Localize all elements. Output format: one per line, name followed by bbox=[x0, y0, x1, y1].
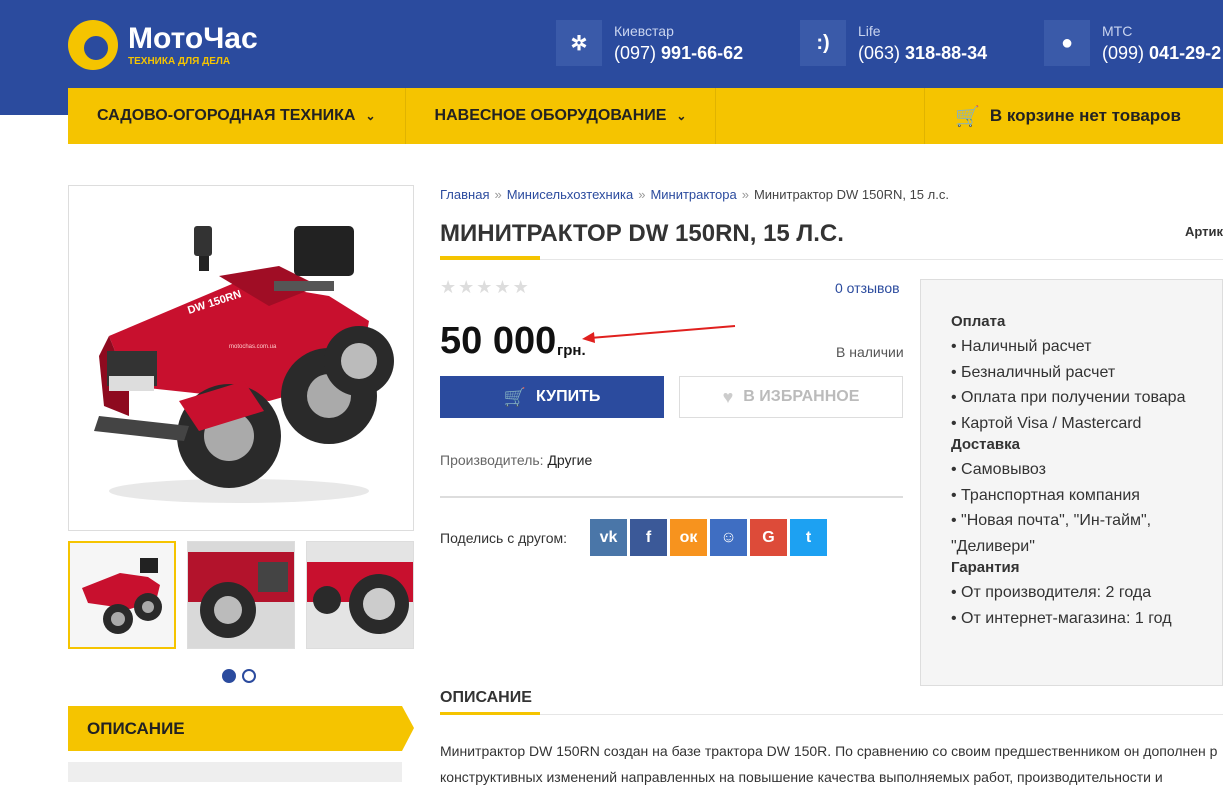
nav-attachments[interactable]: Навесное оборудование ⌄ bbox=[406, 88, 717, 144]
description-heading: Описание bbox=[440, 689, 532, 706]
title-underline bbox=[440, 256, 540, 260]
google-share-icon[interactable]: G bbox=[750, 519, 787, 556]
phone-operator: Life bbox=[858, 22, 881, 39]
thumbnail-1[interactable] bbox=[68, 541, 176, 649]
phone-mts[interactable]: ● МТС (099) 041-29-2 bbox=[1044, 20, 1221, 66]
moimir-share-icon[interactable]: ☺ bbox=[710, 519, 747, 556]
slider-dots bbox=[222, 669, 256, 683]
thumbnail-2[interactable] bbox=[187, 541, 295, 649]
phone-number: (099) 041-29-2 bbox=[1102, 42, 1222, 63]
phone-life[interactable]: :) Life (063) 318-88-34 bbox=[800, 20, 987, 66]
stock-status: В наличии bbox=[836, 344, 904, 360]
brand-slogan: Техника для дела bbox=[128, 55, 231, 67]
clock-gear-icon bbox=[68, 20, 118, 70]
phone-operator: Киевстар bbox=[614, 22, 674, 39]
phone-kyivstar[interactable]: ✲ Киевстар (097) 991-66-62 bbox=[556, 20, 743, 66]
warranty-title: Гарантия bbox=[951, 559, 1020, 576]
breadcrumb-subcategory[interactable]: Минитрактора bbox=[650, 187, 736, 202]
buy-button[interactable]: 🛒 Купить bbox=[440, 376, 664, 418]
star-icon: ★ bbox=[458, 277, 477, 297]
twitter-share-icon[interactable]: t bbox=[790, 519, 827, 556]
facebook-share-icon[interactable]: f bbox=[630, 519, 667, 556]
product-price: 50 000 bbox=[440, 320, 557, 362]
page-title: Минитрактор DW 150RN, 15 л.с. bbox=[440, 220, 844, 247]
cart-icon: 🛒 bbox=[503, 386, 527, 407]
star-icon: ★ bbox=[512, 277, 531, 297]
breadcrumb-current: Минитрактор DW 150RN, 15 л.с. bbox=[753, 187, 949, 202]
delivery-title: Доставка bbox=[951, 436, 1020, 453]
reviews-link[interactable]: 0 отзывов bbox=[835, 280, 900, 296]
nav-garden-equipment[interactable]: Садово-огородная техника ⌄ bbox=[68, 88, 406, 144]
kyivstar-icon: ✲ bbox=[556, 20, 602, 66]
share-label: Поделись с другом: bbox=[440, 530, 567, 546]
sku-label: Артику bbox=[1185, 224, 1223, 239]
product-main-image[interactable]: DW 150RN motochas.com.ua bbox=[68, 185, 414, 531]
phone-operator: МТС bbox=[1102, 22, 1133, 39]
heart-icon: ♥ bbox=[722, 386, 734, 407]
breadcrumb-home[interactable]: Главная bbox=[440, 187, 489, 202]
share-buttons: vk f ок ☺ G t bbox=[590, 519, 827, 556]
thumbnail-3[interactable] bbox=[306, 541, 414, 649]
life-icon: :) bbox=[800, 20, 846, 66]
breadcrumb: Главная» Минисельхозтехника» Минитрактора»… bbox=[440, 187, 949, 202]
manufacturer-value: Другие bbox=[547, 452, 593, 468]
annotation-arrow bbox=[582, 325, 736, 343]
slider-dot-2[interactable] bbox=[242, 669, 256, 683]
description-text: Минитрактор DW 150RN создан на базе трак… bbox=[440, 743, 1218, 785]
rating-stars[interactable]: ★★★★★ bbox=[440, 277, 531, 298]
vk-share-icon[interactable]: vk bbox=[590, 519, 627, 556]
brand-name: МотоЧас bbox=[128, 21, 258, 55]
phone-number: (097) 991-66-62 bbox=[614, 42, 744, 63]
star-icon: ★ bbox=[494, 277, 513, 297]
chevron-down-icon: ⌄ bbox=[365, 109, 376, 123]
star-icon: ★ bbox=[476, 277, 495, 297]
star-icon: ★ bbox=[440, 277, 459, 297]
breadcrumb-category[interactable]: Минисельхозтехника bbox=[507, 187, 633, 202]
side-panel bbox=[68, 762, 402, 782]
tab-description[interactable]: Описание bbox=[68, 706, 402, 751]
mts-icon: ● bbox=[1044, 20, 1090, 66]
manufacturer: Производитель: Другие bbox=[440, 452, 593, 468]
chevron-down-icon: ⌄ bbox=[676, 109, 687, 123]
odnoklassniki-share-icon[interactable]: ок bbox=[670, 519, 707, 556]
slider-dot-1[interactable] bbox=[222, 669, 236, 683]
cart-icon: 🛒 bbox=[954, 105, 980, 128]
logo[interactable]: МотоЧас Техника для дела bbox=[68, 20, 258, 70]
cart-button[interactable]: 🛒 В корзине нет товаров bbox=[925, 88, 1223, 144]
svg-text:motochas.com.ua: motochas.com.ua bbox=[229, 344, 277, 350]
payment-title: Оплата bbox=[951, 313, 1006, 330]
phone-number: (063) 318-88-34 bbox=[858, 42, 988, 63]
tab-arrow bbox=[402, 706, 414, 751]
add-to-favorites-button[interactable]: ♥ В избранное bbox=[679, 376, 903, 418]
delivery-info-box: Оплата • Наличный расчет • Безналичный р… bbox=[920, 279, 1223, 686]
description-underline bbox=[440, 712, 540, 715]
main-nav: Садово-огородная техника ⌄ Навесное обору… bbox=[68, 88, 1223, 144]
